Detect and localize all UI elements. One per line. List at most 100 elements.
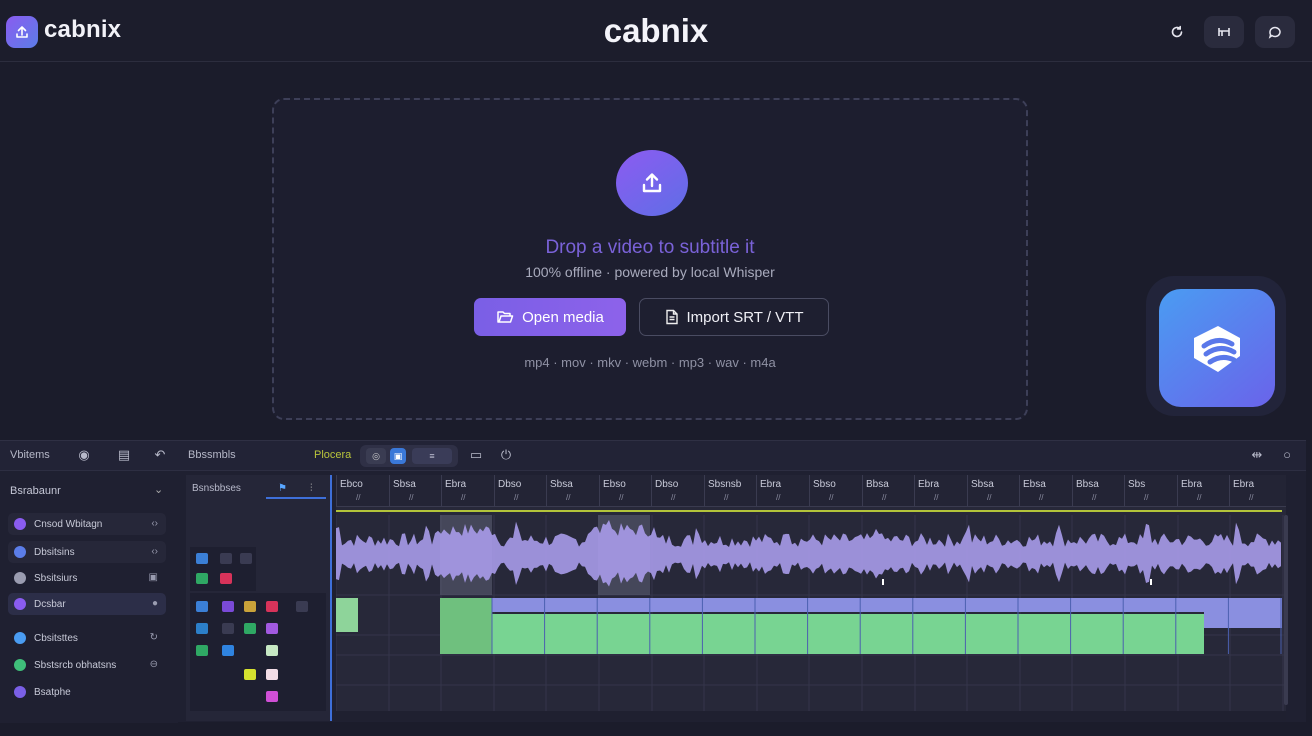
speaker-icon[interactable] bbox=[196, 623, 208, 634]
upload-icon bbox=[642, 173, 662, 193]
sidebar-item-action-icon[interactable]: ‹› bbox=[151, 546, 158, 557]
timeline-tracks[interactable] bbox=[336, 515, 1286, 715]
lock-icon[interactable] bbox=[220, 553, 232, 564]
view-option[interactable]: ≡ bbox=[412, 448, 452, 464]
sidebar-item-action-icon[interactable]: ▣ bbox=[149, 572, 158, 583]
waveform-icon[interactable] bbox=[196, 645, 208, 656]
ruler-tick-line bbox=[599, 475, 600, 507]
caption-icon[interactable] bbox=[266, 669, 278, 680]
editor-sidebar: Bsrabaunr ⌄ Cnsod Wbitagn ‹› Dbsitsins ‹› Sb… bbox=[0, 471, 178, 723]
thumbnail-icon[interactable] bbox=[266, 645, 278, 656]
chevron-down-icon[interactable]: ⌄ bbox=[154, 483, 163, 496]
settings-icon[interactable] bbox=[296, 601, 308, 612]
sidebar-item-label: Cbsitsttes bbox=[34, 632, 78, 644]
timeline-ruler[interactable]: Ebco // Sbsa // Ebra // Dbso // Sbsa // Ebso // Dbso… bbox=[336, 475, 1286, 507]
ruler-tick-line bbox=[756, 475, 757, 507]
video-track-icon[interactable] bbox=[196, 553, 208, 564]
record-icon[interactable]: ○ bbox=[1279, 447, 1295, 463]
audio-clip bbox=[336, 598, 358, 632]
sidebar-item-action-icon[interactable]: ⊖ bbox=[150, 659, 158, 670]
eye-icon[interactable]: ◎ bbox=[366, 448, 386, 464]
link-icon[interactable] bbox=[222, 623, 234, 634]
ruler-tick-label: Ebra bbox=[1181, 479, 1203, 490]
ruler-tick-line bbox=[494, 475, 495, 507]
ruler-tick-line bbox=[1177, 475, 1178, 507]
ruler-subtick: // bbox=[829, 493, 834, 502]
sidebar-item-label: Sbsitsiurs bbox=[34, 572, 78, 584]
undo-icon[interactable]: ↶ bbox=[152, 447, 168, 463]
refresh-icon bbox=[1171, 25, 1183, 38]
mode-label[interactable]: Plocera bbox=[314, 449, 351, 461]
sidebar-item-icon bbox=[14, 598, 26, 610]
track-progress bbox=[266, 497, 326, 499]
sidebar-item[interactable]: Cnsod Wbitagn ‹› bbox=[8, 513, 166, 535]
view-mode-segment[interactable]: ◎ ▣ ≡ bbox=[360, 445, 458, 467]
color-icon[interactable] bbox=[266, 691, 278, 702]
mute-icon[interactable] bbox=[220, 573, 232, 584]
sidebar-item-label: Dbsitsins bbox=[34, 546, 75, 558]
app-icon[interactable] bbox=[1159, 289, 1275, 407]
ruler-subtick: // bbox=[671, 493, 676, 502]
sidebar-item-icon bbox=[14, 659, 26, 671]
chat-icon bbox=[1268, 26, 1281, 39]
audio-track-icon[interactable] bbox=[196, 573, 208, 584]
track-controls-2 bbox=[190, 593, 326, 711]
sidebar-item[interactable]: Dbsitsins ‹› bbox=[8, 541, 166, 563]
ruler-subtick: // bbox=[619, 493, 624, 502]
layout-button[interactable] bbox=[1204, 16, 1244, 48]
drop-zone[interactable]: Drop a video to subtitle it 100% offline… bbox=[272, 98, 1028, 420]
ruler-tick-label: Ebso bbox=[603, 479, 626, 490]
folder-icon bbox=[497, 311, 514, 323]
sidebar-item[interactable]: Cbsitsttes ↻ bbox=[8, 627, 166, 649]
highlight-icon[interactable] bbox=[244, 669, 256, 680]
ruler-subtick: // bbox=[1144, 493, 1149, 502]
eye-icon[interactable] bbox=[240, 553, 252, 564]
ruler-tick-line bbox=[651, 475, 652, 507]
page-title: cabnix bbox=[603, 12, 709, 49]
split-icon[interactable]: ⇹ bbox=[1249, 447, 1265, 463]
ruler-tick-line bbox=[914, 475, 915, 507]
sidebar-item[interactable]: Sbsitsiurs ▣ bbox=[8, 567, 166, 589]
effect-icon[interactable] bbox=[266, 623, 278, 634]
editor-toolbar: Vbitems ◉ ▤ ↶ Bbssmbls Plocera ◎ ▣ ≡ ▭ ⏻… bbox=[0, 441, 1306, 471]
audio-clip-icon[interactable] bbox=[244, 623, 256, 634]
marker-icon[interactable]: ⚑ bbox=[278, 483, 287, 494]
import-label: Import SRT / VTT bbox=[686, 308, 804, 326]
calendar-icon[interactable]: ▤ bbox=[116, 447, 132, 463]
sidebar-item-action-icon[interactable]: ● bbox=[152, 598, 158, 609]
sidebar-item-action-icon[interactable]: ↻ bbox=[150, 632, 158, 643]
camera-icon[interactable]: ◉ bbox=[76, 447, 92, 463]
ruler-subtick: // bbox=[987, 493, 992, 502]
refresh-button[interactable] bbox=[1157, 16, 1197, 48]
ruler-tick-line bbox=[809, 475, 810, 507]
sidebar-item-label: Bsatphe bbox=[34, 686, 71, 698]
filter-icon[interactable]: ⫶ bbox=[310, 483, 313, 494]
sidebar-item[interactable]: Sbstsrcb obhatsns ⊖ bbox=[8, 654, 166, 676]
record-dot-icon[interactable] bbox=[266, 601, 278, 612]
subtitle-track-icon[interactable] bbox=[196, 601, 208, 612]
style-icon[interactable] bbox=[222, 601, 234, 612]
ruler-tick-label: Ebra bbox=[445, 479, 467, 490]
power-icon[interactable]: ⏻ bbox=[498, 447, 514, 463]
sidebar-item[interactable]: Dcsbar ● bbox=[8, 593, 166, 615]
vertical-scrollbar[interactable] bbox=[1284, 515, 1288, 705]
horizontal-scrollbar[interactable] bbox=[336, 711, 1286, 721]
ruler-tick-label: Dbso bbox=[498, 479, 522, 490]
import-subtitles-button[interactable]: Import SRT / VTT bbox=[639, 298, 829, 336]
chat-button[interactable] bbox=[1255, 16, 1295, 48]
ruler-subtick: // bbox=[1039, 493, 1044, 502]
comment-icon[interactable]: ▭ bbox=[468, 447, 484, 463]
open-media-label: Open media bbox=[522, 308, 604, 326]
ruler-tick-label: Sbsnsb bbox=[708, 479, 742, 490]
view-toggle[interactable]: ▣ bbox=[390, 448, 406, 464]
sidebar-item-action-icon[interactable]: ‹› bbox=[151, 518, 158, 529]
tag-icon[interactable] bbox=[244, 601, 256, 612]
document-icon bbox=[665, 309, 678, 325]
plus-icon[interactable] bbox=[222, 645, 234, 656]
upload-circle[interactable] bbox=[616, 150, 688, 216]
timeline[interactable]: Ebco // Sbsa // Ebra // Dbso // Sbsa // Ebso // Dbso… bbox=[336, 475, 1288, 721]
toolbar-label: Vbitems bbox=[10, 449, 50, 461]
sidebar-item[interactable]: Bsatphe bbox=[8, 681, 166, 703]
open-media-button[interactable]: Open media bbox=[474, 298, 626, 336]
ruler-tick-label: Ebsa bbox=[1023, 479, 1046, 490]
